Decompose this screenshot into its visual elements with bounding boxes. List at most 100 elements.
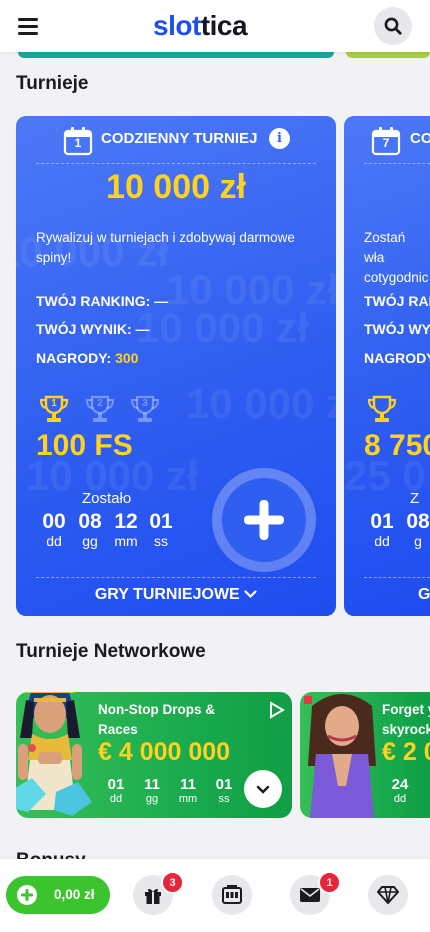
countdown-unit: g bbox=[414, 533, 422, 549]
logo[interactable]: slottica bbox=[153, 10, 248, 42]
divider bbox=[364, 163, 430, 164]
chevron-down-icon bbox=[244, 590, 257, 599]
slots-button[interactable] bbox=[212, 875, 252, 915]
tournament-games-link[interactable]: GRY TURNIEJOWE bbox=[16, 586, 336, 604]
prizes-label: NAGRODY bbox=[364, 350, 430, 366]
deposit-balance-button[interactable]: 0,00 zł bbox=[6, 876, 110, 914]
network-prize-amount: € 2 0 bbox=[382, 738, 430, 766]
games-label: GRY TURNIEJOWE bbox=[94, 586, 240, 603]
banner-strip-right bbox=[346, 52, 430, 58]
ranking-label: TWÓJ RANKING: — bbox=[36, 293, 169, 309]
countdown-hours: 08 g bbox=[401, 510, 430, 549]
countdown-value: 01 bbox=[107, 776, 125, 793]
network-countdown-days: 24 dd bbox=[386, 776, 414, 805]
cleopatra-character-image bbox=[16, 692, 92, 816]
banner-strip-left bbox=[18, 52, 334, 58]
tournament-type: CO bbox=[410, 130, 430, 147]
countdown-days: 01 dd bbox=[365, 510, 399, 549]
countdown-unit: ss bbox=[218, 793, 230, 805]
prizes-value: 300 bbox=[115, 350, 139, 366]
countdown-unit: gg bbox=[82, 533, 98, 549]
tournaments-heading: Turnieje bbox=[16, 73, 89, 94]
logo-part-1: slot bbox=[153, 10, 201, 41]
tournament-card-weekly[interactable]: 25 0 7 CO Zostań wła cotygodnic TWÓJ RAN… bbox=[344, 116, 430, 616]
network-tournaments-heading: Turnieje Networkowe bbox=[16, 641, 206, 662]
tournament-type: CODZIENNY TURNIEJ bbox=[101, 130, 258, 147]
countdown-unit: dd bbox=[374, 533, 390, 549]
score-label: TWÓJ WYNIK: — bbox=[36, 321, 150, 337]
tournament-description: Zostań wła cotygodnic bbox=[364, 230, 429, 285]
tournament-card-daily[interactable]: 10 000 zł 10 000 zł 10 000 zł 10 000 zł … bbox=[16, 116, 336, 616]
countdown-days: 00 dd bbox=[37, 510, 71, 549]
countdown-value: 00 bbox=[42, 510, 66, 533]
countdown-value: 01 bbox=[370, 510, 394, 533]
search-button[interactable] bbox=[374, 7, 412, 45]
watermark: 10 000 zł bbox=[186, 380, 336, 427]
gift-badge: 3 bbox=[161, 871, 184, 894]
countdown-unit: dd bbox=[109, 793, 123, 805]
expand-button[interactable] bbox=[244, 770, 282, 808]
tournament-description: Rywalizuj w turniejach i zdobywaj darmow… bbox=[36, 230, 295, 265]
calendar-day: 1 bbox=[74, 136, 82, 150]
countdown-value: 11 bbox=[144, 776, 160, 793]
network-title: Non-Stop Drops & Races bbox=[98, 702, 215, 737]
network-countdown-seconds: 01 ss bbox=[210, 776, 238, 805]
woman-character-image bbox=[304, 694, 376, 818]
logo-part-2: tica bbox=[200, 10, 248, 41]
countdown-unit: dd bbox=[46, 533, 62, 549]
bottom-navigation: 0,00 zł 3 1 bbox=[0, 859, 430, 932]
menu-icon[interactable] bbox=[18, 18, 38, 35]
play-provider-icon bbox=[270, 701, 285, 719]
plus-icon bbox=[17, 885, 37, 905]
trophy-place-3: 3 bbox=[142, 398, 148, 409]
first-prize: 100 FS bbox=[36, 429, 133, 462]
top-header: slottica bbox=[0, 0, 430, 52]
countdown-hours: 08 gg bbox=[73, 510, 107, 549]
chevron-down-icon bbox=[256, 785, 270, 794]
countdown-value: 12 bbox=[114, 510, 138, 533]
divider bbox=[36, 577, 316, 578]
first-prize: 8 750 bbox=[364, 429, 430, 462]
vip-button[interactable] bbox=[368, 875, 408, 915]
network-title: Forget y skyrock bbox=[382, 702, 430, 737]
score-label: TWÓJ WYN bbox=[364, 321, 430, 337]
prizes-row: NAGRODY: 300 bbox=[36, 350, 138, 366]
search-icon bbox=[384, 17, 402, 35]
network-card-drops-races[interactable]: Non-Stop Drops & Races € 4 000 000 01 dd … bbox=[16, 692, 292, 818]
network-countdown-hours: 11 gg bbox=[138, 776, 166, 805]
network-countdown-days: 01 dd bbox=[102, 776, 130, 805]
countdown-value: 08 bbox=[406, 510, 430, 533]
join-tournament-button[interactable] bbox=[212, 468, 316, 572]
countdown-value: 24 bbox=[391, 776, 409, 793]
tournament-prize: 10 000 zł bbox=[106, 168, 246, 206]
countdown-unit: mm bbox=[114, 533, 138, 549]
divider bbox=[364, 577, 430, 578]
countdown-value: 08 bbox=[78, 510, 102, 533]
network-card-second[interactable]: Forget y skyrock € 2 0 24dd bbox=[300, 692, 430, 818]
divider bbox=[36, 163, 316, 164]
countdown-value: 11 bbox=[180, 776, 196, 793]
prizes-label: NAGRODY: bbox=[36, 350, 112, 366]
trophy-place-1: 1 bbox=[51, 398, 57, 409]
countdown-value: 01 bbox=[215, 776, 233, 793]
countdown-seconds: 01 ss bbox=[144, 510, 178, 549]
remaining-label: Z bbox=[410, 490, 420, 507]
slot-machine-icon bbox=[222, 885, 242, 904]
countdown-value: 01 bbox=[149, 510, 173, 533]
remaining-label: Zostało bbox=[82, 490, 132, 507]
network-prize-amount: € 4 000 000 bbox=[98, 738, 231, 766]
plus-icon bbox=[244, 500, 284, 540]
countdown-unit: ss bbox=[154, 533, 168, 549]
tournament-games-link[interactable]: G bbox=[418, 586, 430, 604]
info-icon[interactable]: i bbox=[269, 128, 290, 149]
diamond-icon bbox=[377, 886, 399, 904]
countdown-unit: dd bbox=[393, 793, 407, 805]
countdown-unit: gg bbox=[145, 793, 159, 805]
mail-icon bbox=[300, 888, 320, 902]
network-countdown-minutes: 11 mm bbox=[174, 776, 202, 805]
trophy-place-2: 2 bbox=[97, 398, 103, 409]
balance-value: 0,00 zł bbox=[54, 887, 95, 902]
mail-badge: 1 bbox=[318, 871, 341, 894]
ranking-label: TWÓJ RAN bbox=[364, 293, 430, 309]
trophy-gold-icon bbox=[367, 395, 397, 422]
